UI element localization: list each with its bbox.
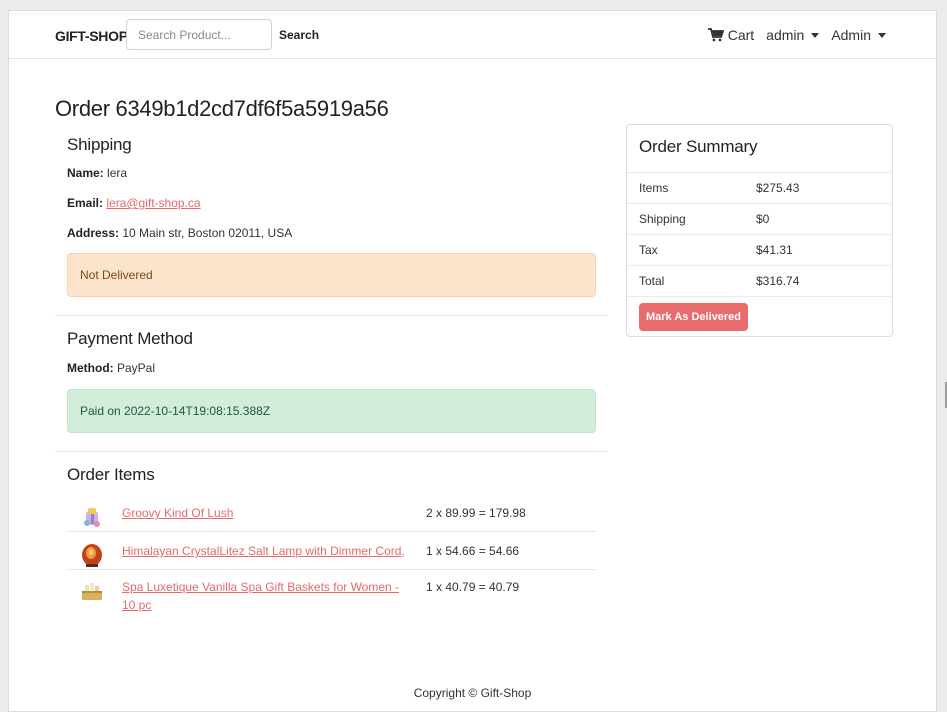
summary-label: Tax [639,243,658,257]
order-details: Shipping Name: lera Email: lera@gift-sho… [55,123,608,618]
shipping-email-row: Email: lera@gift-shop.ca [67,196,596,210]
gift-basket-icon [79,578,105,604]
order-item-calc: 2 x 89.99 = 179.98 [426,506,526,520]
search-button[interactable]: Search [272,21,326,49]
summary-row-total: Total $316.74 [627,266,892,297]
delivery-status-alert: Not Delivered [67,253,596,297]
salt-lamp-icon [79,542,105,568]
page-title: Order 6349b1d2cd7df6f5a5919a56 [55,95,389,121]
payment-heading: Payment Method [67,329,193,348]
cart-icon [707,28,724,42]
shipping-section: Shipping Name: lera Email: lera@gift-sho… [55,123,608,315]
payment-section: Payment Method Method: PayPal Paid on 20… [55,316,608,451]
admin-menu-dropdown[interactable]: Admin [831,27,886,43]
payment-method-row: Method: PayPal [67,361,596,375]
customer-address: 10 Main str, Boston 02011, USA [122,226,293,240]
summary-value: $316.74 [756,274,800,288]
order-item-link[interactable]: Groovy Kind Of Lush [122,504,412,522]
order-summary-heading: Order Summary [639,137,758,156]
footer-copyright: Copyright © Gift-Shop [413,686,532,700]
admin-menu-label: Admin [831,27,871,43]
search-input[interactable] [126,19,272,50]
user-menu-dropdown[interactable]: admin [766,27,820,43]
list-item: Spa Luxetique Vanilla Spa Gift Baskets f… [67,570,596,618]
nav-right: Cart admin Admin [707,25,886,45]
order-item-calc: 1 x 40.79 = 40.79 [426,580,520,594]
order-summary-header: Order Summary [627,125,892,173]
caret-down-icon [811,32,820,38]
cart-label: Cart [727,27,755,43]
summary-row-tax: Tax $41.31 [627,235,892,266]
brand-logo[interactable]: GIFT-SHOP [55,28,128,44]
shipping-heading: Shipping [67,135,132,154]
summary-value: $275.43 [756,181,800,195]
order-items-heading: Order Items [67,465,155,484]
shipping-address-row: Address: 10 Main str, Boston 02011, USA [67,226,596,240]
order-items-list: Groovy Kind Of Lush 2 x 89.99 = 179.98 H… [67,494,596,618]
summary-label: Shipping [639,212,686,226]
user-menu-label: admin [766,27,805,43]
customer-email-link[interactable]: lera@gift-shop.ca [106,196,200,210]
list-item: Himalayan CrystalLitez Salt Lamp with Di… [67,532,596,570]
summary-value: $0 [756,212,770,226]
name-label: Name: [67,166,104,180]
method-label: Method: [67,361,114,375]
payment-method: PayPal [117,361,156,375]
cart-link[interactable]: Cart [707,27,755,43]
summary-value: $41.31 [756,243,793,257]
mark-as-delivered-button[interactable]: Mark As Delivered [639,303,748,331]
order-item-link[interactable]: Spa Luxetique Vanilla Spa Gift Baskets f… [122,578,412,614]
email-label: Email: [67,196,104,210]
gift-box-icon [79,504,105,530]
summary-label: Total [639,274,665,288]
summary-row-items: Items $275.43 [627,173,892,204]
customer-name: lera [107,166,128,180]
list-item: Groovy Kind Of Lush 2 x 89.99 = 179.98 [67,494,596,532]
order-items-section: Order Items Groovy Kind Of Lush 2 x 89.9 [55,452,608,618]
order-summary-card: Order Summary Items $275.43 Shipping $0 … [626,124,893,337]
caret-down-icon [878,32,886,38]
summary-row-shipping: Shipping $0 [627,204,892,235]
address-label: Address: [67,226,120,240]
summary-label: Items [639,181,669,195]
shipping-name-row: Name: lera [67,166,596,180]
page: GIFT-SHOP Search Cart admin [8,10,937,712]
order-item-link[interactable]: Himalayan CrystalLitez Salt Lamp with Di… [122,542,412,560]
payment-status-alert: Paid on 2022-10-14T19:08:15.388Z [67,389,596,433]
navbar: GIFT-SHOP Search Cart admin [9,11,936,59]
order-item-calc: 1 x 54.66 = 54.66 [426,544,520,558]
